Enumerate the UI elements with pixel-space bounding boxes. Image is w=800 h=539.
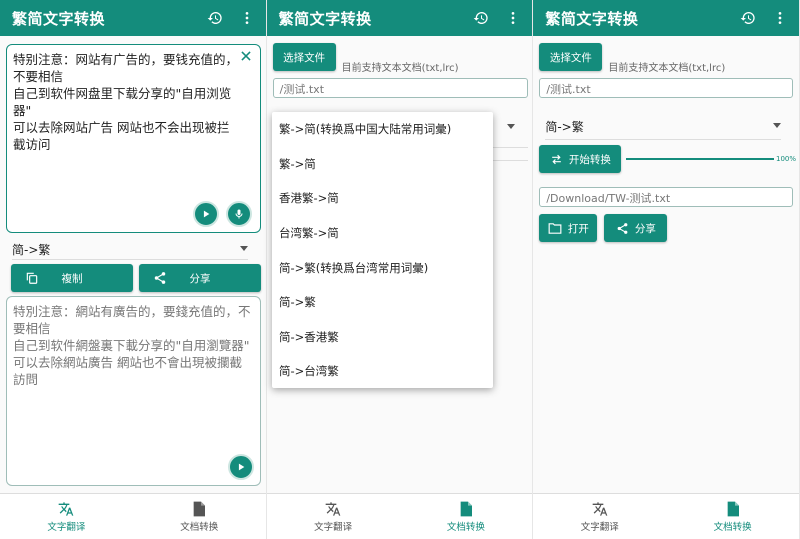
dropdown-option[interactable]: 简->繁(转换爲台湾常用词彙) (272, 250, 493, 285)
choose-file-label: 选择文件 (549, 51, 592, 64)
screens-container: 繁简文字转换 特别注意：网站有广告的，要钱充值的，不要相信 自己到软件网盘里下载… (0, 0, 800, 539)
document-icon (193, 501, 206, 516)
open-button[interactable]: 打开 (539, 214, 598, 242)
select-underline (492, 147, 528, 148)
share-icon (617, 222, 628, 234)
nav-doc-convert-label: 文档转换 (713, 521, 752, 533)
output-textarea[interactable]: 特別注意：網站有廣告的，要錢充值的，不要相信 自己到软件網盤裏下載分享的"自用瀏… (6, 296, 261, 486)
bottom-navigation: 文字翻译 文档转换 (0, 493, 266, 539)
more-vert-icon[interactable] (769, 7, 791, 29)
file-path-field[interactable]: /测试.txt (539, 78, 794, 98)
nav-text-translate-label: 文字翻译 (314, 521, 353, 533)
translate-icon (59, 501, 74, 516)
speak-output-button[interactable] (228, 454, 254, 480)
share-button-label: 分享 (634, 222, 656, 235)
mode-select[interactable]: 简->繁 (545, 115, 782, 137)
dropdown-option[interactable]: 繁->简(转换爲中国大陆常用词彙) (272, 112, 493, 147)
play-icon (203, 210, 210, 218)
nav-doc-convert-label: 文档转换 (180, 521, 219, 533)
dropdown-option[interactable]: 香港繁->简 (272, 181, 493, 216)
document-icon (727, 501, 739, 516)
start-convert-label: 开始转换 (568, 153, 611, 166)
nav-doc-convert[interactable]: 文档转换 (133, 494, 266, 539)
convert-progress-bar (626, 158, 774, 160)
select-underline (12, 259, 248, 260)
nav-text-translate[interactable]: 文字翻译 (267, 494, 400, 539)
app-title: 繁简文字转换 (12, 9, 106, 28)
dropdown-option[interactable]: 简->台湾繁 (272, 354, 493, 389)
play-icon (238, 463, 245, 471)
nav-doc-convert-label: 文档转换 (446, 521, 485, 533)
choose-file-button[interactable]: 选择文件 (539, 43, 603, 71)
dropdown-caret-icon (506, 124, 515, 129)
nav-text-translate-label: 文字翻译 (580, 521, 619, 533)
nav-doc-convert[interactable]: 文档转换 (666, 494, 799, 539)
nav-doc-convert[interactable]: 文档转换 (400, 494, 533, 539)
dropdown-option[interactable]: 简->繁 (272, 285, 493, 320)
app-bar: 繁简文字转换 (266, 0, 533, 36)
history-icon[interactable] (470, 7, 492, 29)
dropdown-option[interactable]: 简->香港繁 (272, 320, 493, 355)
convert-progress-label: 100% (776, 155, 797, 163)
bottom-navigation: 文字翻译 文档转换 (266, 493, 533, 539)
document-icon (460, 501, 472, 516)
app-title: 繁简文字转换 (545, 9, 639, 28)
app-bar: 繁简文字转换 (0, 0, 266, 36)
voice-input-button[interactable] (226, 201, 252, 227)
mode-dropdown-menu: 繁->简(转换爲中国大陆常用词彙) 繁->简 香港繁->简 台湾繁->简 简->繁(转换… (272, 112, 493, 388)
bottom-navigation: 文字翻译 文档转换 (533, 493, 800, 539)
mode-select[interactable]: 简->繁 (12, 238, 248, 260)
dropdown-caret-icon (773, 123, 782, 128)
nav-text-translate-label: 文字翻译 (47, 521, 86, 533)
app-title: 繁简文字转换 (278, 9, 372, 28)
dropdown-option[interactable]: 繁->简 (272, 147, 493, 182)
divider (492, 160, 528, 161)
screen-text-translate: 繁简文字转换 特别注意：网站有广告的，要钱充值的，不要相信 自己到软件网盘里下载… (0, 0, 267, 539)
file-path-field[interactable]: /测试.txt (272, 78, 528, 98)
app-bar: 繁简文字转换 (533, 0, 800, 36)
mode-select-value: 简->繁 (12, 242, 51, 257)
dropdown-caret-icon (240, 246, 248, 251)
input-textarea[interactable]: 特别注意：网站有广告的，要钱充值的，不要相信 自己到软件网盘里下载分享的"自用浏… (6, 44, 261, 233)
select-underline (545, 139, 782, 140)
copy-icon (26, 272, 38, 284)
nav-text-translate[interactable]: 文字翻译 (0, 494, 133, 539)
share-button[interactable]: 分享 (604, 214, 668, 242)
copy-button-label: 複制 (61, 272, 83, 285)
history-icon[interactable] (204, 7, 226, 29)
copy-button[interactable]: 複制 (11, 264, 133, 292)
nav-text-translate[interactable]: 文字翻译 (533, 494, 666, 539)
translate-icon (325, 501, 341, 516)
output-path-field[interactable]: /Download/TW-测试.txt (539, 187, 794, 207)
swap-icon (552, 154, 561, 164)
clear-icon[interactable] (239, 48, 253, 67)
more-vert-icon[interactable] (502, 7, 524, 29)
share-button-label: 分享 (189, 272, 211, 285)
supported-format-hint: 目前支持文本文档(txt,lrc) (341, 63, 459, 74)
speak-button[interactable] (193, 201, 219, 227)
screen-doc-convert-done: 繁简文字转换 选择文件 目前支持文本文档(txt,lrc) /测试.txt 简-… (533, 0, 800, 539)
share-icon (154, 272, 166, 284)
translate-icon (592, 501, 608, 516)
start-convert-button[interactable]: 开始转换 (539, 145, 622, 173)
choose-file-button[interactable]: 选择文件 (272, 43, 336, 71)
mode-select-value: 简->繁 (545, 119, 584, 134)
share-button[interactable]: 分享 (139, 264, 261, 292)
more-vert-icon[interactable] (236, 7, 258, 29)
dropdown-option[interactable]: 台湾繁->简 (272, 216, 493, 251)
mic-icon (235, 209, 243, 219)
supported-format-hint: 目前支持文本文档(txt,lrc) (608, 63, 726, 74)
history-icon[interactable] (737, 7, 759, 29)
open-button-label: 打开 (567, 222, 589, 235)
folder-icon (548, 222, 562, 234)
choose-file-label: 选择文件 (283, 51, 326, 64)
